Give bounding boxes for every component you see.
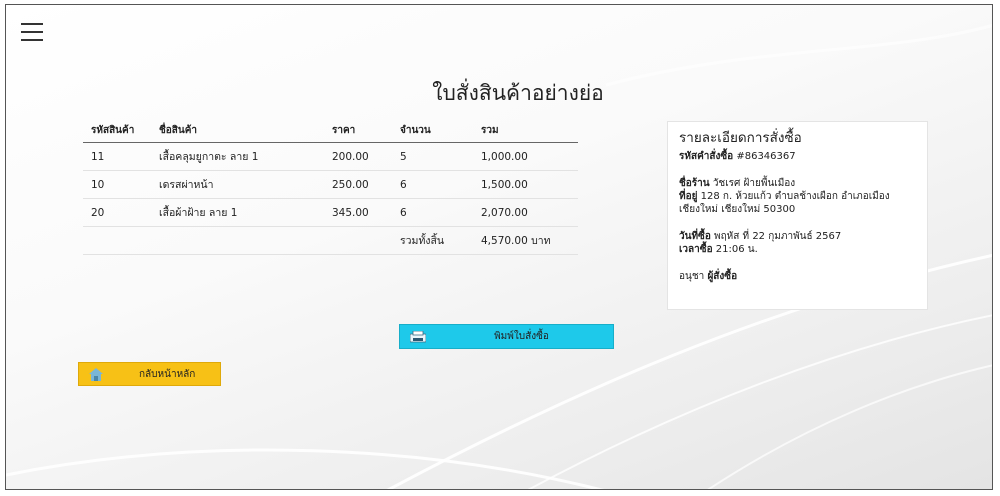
empty-cell [151,226,324,255]
buyer-label: ผู้สั่งซื้อ [707,271,738,282]
shop-value: วัชเรศ ฝ้ายพื้นเมือง [712,178,796,189]
table-row: 10 เดรสผ่าหน้า 250.00 6 1,500.00 [83,170,578,199]
table-row: 20 เสื้อผ้าฝ้าย ลาย 1 345.00 6 2,070.00 [83,198,578,227]
cell-code: 11 [83,142,151,171]
cell-name: เสื้อผ้าฝ้าย ลาย 1 [151,198,324,227]
hamburger-icon [21,23,43,25]
address-line-2: เชียงใหม่ เชียงใหม่ 50300 [679,204,796,215]
cell-sum: 1,000.00 [473,142,578,171]
home-icon [89,368,103,381]
col-header-price: ราคา [324,118,392,143]
address-line: ที่อยู่ 128 ก. ห้วยแก้ว ตำบลช้างเผือก อำ… [679,190,916,203]
cell-price: 200.00 [324,142,392,171]
table-total-row: รวมทั้งสิ้น 4,570.00 บาท [83,226,578,255]
order-time-value: 21:06 น. [715,244,758,255]
order-code-label: รหัสคำสั่งซื้อ [679,151,734,162]
print-order-button[interactable]: พิมพ์ใบสั่งซื้อ [399,324,614,349]
cell-qty: 5 [392,142,473,171]
cell-price: 250.00 [324,170,392,199]
total-label: รวมทั้งสิ้น [392,226,473,255]
hamburger-line [21,39,43,41]
order-date-line: วันที่ซื้อ พฤหัส ที่ 22 กุมภาพันธ์ 2567 [679,230,916,243]
address-label: ที่อยู่ [679,191,698,202]
empty-cell [83,226,151,255]
cell-qty: 6 [392,170,473,199]
col-header-sum: รวม [473,118,578,143]
cell-sum: 1,500.00 [473,170,578,199]
order-details-heading: รายละเอียดการสั่งซื้อ [679,130,802,146]
shop-line: ชื่อร้าน วัชเรศ ฝ้ายพื้นเมือง [679,177,916,190]
order-details-card: รายละเอียดการสั่งซื้อ รหัสคำสั่งซื้อ #86… [667,121,928,310]
hamburger-line [21,31,43,33]
cell-name: เสื้อคลุมยูกาตะ ลาย 1 [151,142,324,171]
buyer-line: อนุชา ผู้สั่งซื้อ [679,270,916,283]
table-header-row: รหัสสินค้า ชื่อสินค้า ราคา จำนวน รวม [83,118,578,143]
back-home-button[interactable]: กลับหน้าหลัก [78,362,221,386]
table-row: 11 เสื้อคลุมยูกาตะ ลาย 1 200.00 5 1,000.… [83,142,578,171]
order-date-label: วันที่ซื้อ [679,231,711,242]
order-time-line: เวลาซื้อ 21:06 น. [679,243,916,256]
cell-name: เดรสผ่าหน้า [151,170,324,199]
order-items-table: รหัสสินค้า ชื่อสินค้า ราคา จำนวน รวม 11 … [83,118,578,255]
col-header-qty: จำนวน [392,118,473,143]
menu-button[interactable] [21,23,43,41]
order-code-value: #86346367 [736,151,796,162]
cell-qty: 6 [392,198,473,227]
shop-label: ชื่อร้าน [679,178,710,189]
col-header-code: รหัสสินค้า [83,118,151,143]
cell-code: 10 [83,170,151,199]
order-code-line: รหัสคำสั่งซื้อ #86346367 [679,150,916,163]
page-title: ใบสั่งสินค้าอย่างย่อ [432,81,604,105]
empty-cell [324,226,392,255]
total-value: 4,570.00 บาท [473,226,578,255]
col-header-name: ชื่อสินค้า [151,118,324,143]
order-date-value: พฤหัส ที่ 22 กุมภาพันธ์ 2567 [714,231,842,242]
order-time-label: เวลาซื้อ [679,244,713,255]
cell-code: 20 [83,198,151,227]
print-order-label: พิมพ์ใบสั่งซื้อ [494,331,549,342]
cell-price: 345.00 [324,198,392,227]
cell-sum: 2,070.00 [473,198,578,227]
address-value: 128 ก. ห้วยแก้ว ตำบลช้างเผือก อำเภอเมือง [700,191,890,202]
back-home-label: กลับหน้าหลัก [139,368,196,380]
buyer-name: อนุชา [679,271,705,282]
